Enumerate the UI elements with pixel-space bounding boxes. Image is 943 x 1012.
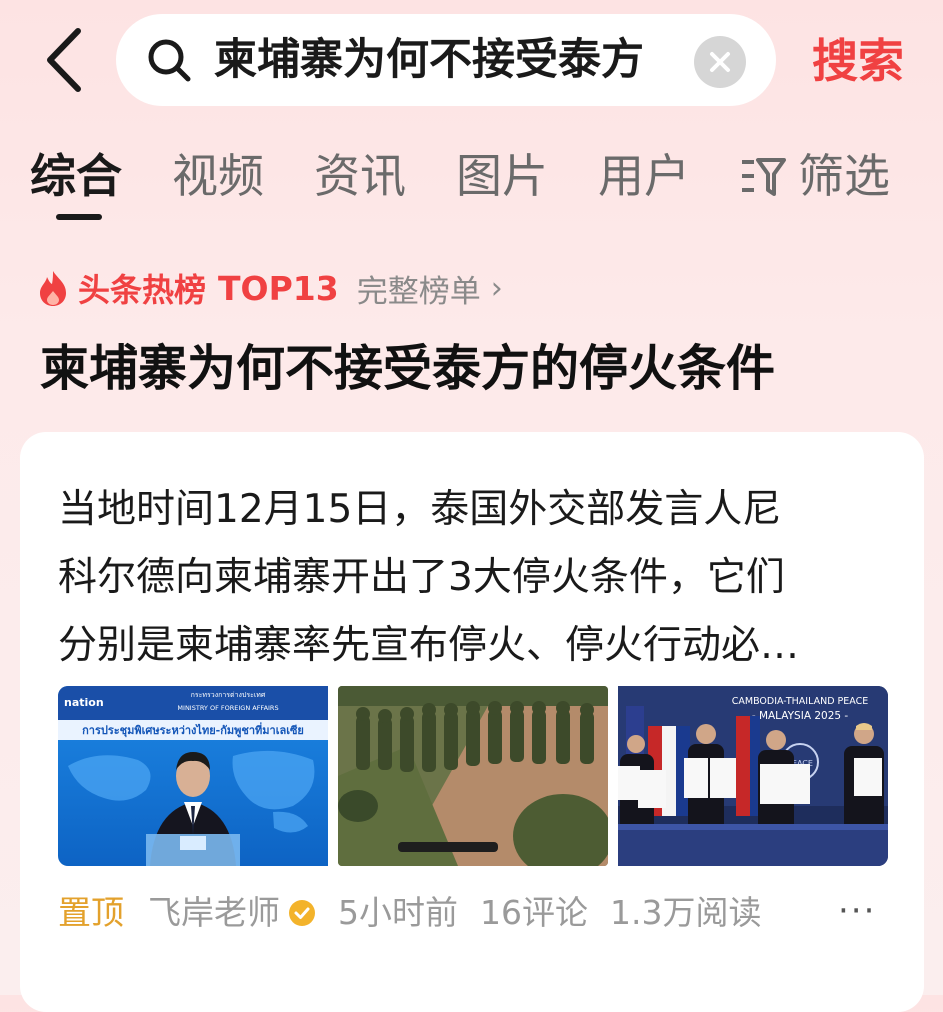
comment-count[interactable]: 16评论 (480, 888, 588, 938)
tab-users[interactable]: 用户 (598, 146, 690, 206)
summary-line: 分别是柬埔寨率先宣布停火、停火行动必… (58, 623, 800, 668)
full-list-link[interactable]: 完整榜单 (357, 266, 481, 311)
back-button[interactable] (36, 22, 92, 98)
tab-filter[interactable]: 筛选 (798, 146, 890, 206)
image-ministry-thai: กระทรวงการต่างประเทศ (191, 691, 266, 699)
article-card[interactable]: 当地时间12月15日，泰国外交部发言人尼 科尔德向柬埔寨开出了3大停火条件，它们… (20, 432, 924, 1012)
image-banner-text: การประชุมพิเศษระหว่างไทย-กัมพูชาที่มาเลเ… (82, 722, 304, 738)
article-meta: 置顶 飞岸老师 5小时前 16评论 1.3万阅读 (58, 888, 783, 938)
active-tab-indicator (56, 214, 102, 220)
read-count: 1.3万阅读 (610, 893, 762, 932)
image-banner-line2: - MALAYSIA 2025 - (752, 710, 849, 722)
search-box[interactable]: 柬埔寨为何不接受泰方 (116, 14, 776, 106)
filter-icon[interactable] (738, 152, 786, 200)
publish-time: 5小时前 (338, 893, 458, 932)
pinned-label: 置顶 (58, 893, 124, 932)
clear-icon[interactable] (694, 36, 746, 88)
article-image-soldiers[interactable] (338, 686, 608, 866)
tab-video[interactable]: 视频 (172, 146, 264, 206)
tab-images[interactable]: 图片 (456, 146, 548, 206)
article-summary[interactable]: 当地时间12月15日，泰国外交部发言人尼 科尔德向柬埔寨开出了3大停火条件，它们… (58, 476, 878, 680)
verified-icon (289, 900, 315, 926)
summary-line: 科尔德向柬埔寨开出了3大停火条件，它们 (58, 555, 785, 600)
tab-news[interactable]: 资讯 (314, 146, 406, 206)
chevron-right-icon: › (490, 270, 503, 306)
hot-rank: TOP13 (218, 268, 339, 308)
article-image-signing-ceremony[interactable]: CAMBODIA-THAILAND PEACE - MALAYSIA 2025 … (618, 686, 888, 866)
hot-topic-title[interactable]: 柬埔寨为何不接受泰方的停火条件 (40, 334, 920, 404)
article-image-press-conference[interactable]: nation กระทรวงการต่างประเทศ MINISTRY OF … (58, 686, 328, 866)
tab-comprehensive[interactable]: 综合 (30, 146, 122, 206)
summary-line: 当地时间12月15日，泰国外交部发言人尼 (58, 487, 782, 532)
image-banner-line1: CAMBODIA-THAILAND PEACE (732, 696, 869, 707)
image-logo-text: nation (64, 696, 104, 709)
fire-icon (40, 271, 66, 306)
search-input[interactable]: 柬埔寨为何不接受泰方 (214, 32, 684, 88)
author-name[interactable]: 飞岸老师 (148, 888, 280, 938)
hot-list-row[interactable]: 头条热榜 TOP13 完整榜单 › (38, 262, 503, 314)
search-icon (148, 39, 191, 82)
hot-badge-label: 头条热榜 (78, 271, 207, 309)
search-button[interactable]: 搜索 (802, 26, 914, 96)
image-ministry-en: MINISTRY OF FOREIGN AFFAIRS (177, 704, 278, 712)
more-options-icon[interactable]: ··· (838, 888, 876, 938)
chevron-left-icon (47, 28, 81, 92)
